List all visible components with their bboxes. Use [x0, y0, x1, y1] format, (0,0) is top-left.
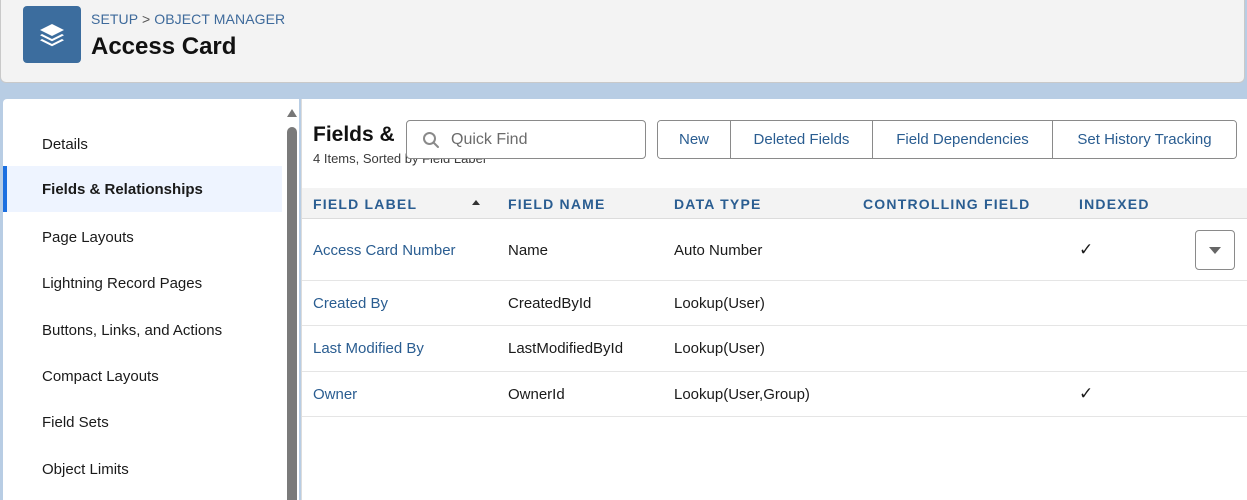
field-label-link[interactable]: Last Modified By — [313, 326, 424, 371]
object-sidebar: Details Fields & Relationships Page Layo… — [3, 99, 299, 500]
sidebar-item-compact-layouts[interactable]: Compact Layouts — [3, 353, 282, 399]
indexed-check-icon: ✓ — [1079, 384, 1094, 403]
field-label-link[interactable]: Owner — [313, 372, 357, 416]
quick-find-input[interactable] — [451, 130, 641, 149]
set-history-tracking-button[interactable]: Set History Tracking — [1053, 121, 1236, 158]
breadcrumb-separator: > — [141, 11, 151, 27]
sidebar-item-buttons-links-actions[interactable]: Buttons, Links, and Actions — [3, 307, 282, 353]
table-row: Owner OwnerId Lookup(User,Group) ✓ — [302, 372, 1247, 417]
field-name-cell: OwnerId — [508, 385, 565, 403]
sidebar-item-page-layouts[interactable]: Page Layouts — [3, 214, 282, 260]
field-name-cell: CreatedById — [508, 294, 592, 312]
row-actions-dropdown-button[interactable] — [1195, 230, 1235, 270]
field-dependencies-button[interactable]: Field Dependencies — [873, 121, 1053, 158]
column-header-data-type[interactable]: DATA TYPE — [674, 188, 762, 219]
data-type-cell: Lookup(User) — [674, 294, 765, 312]
table-row: Access Card Number Name Auto Number ✓ — [302, 220, 1247, 281]
new-button[interactable]: New — [658, 121, 731, 158]
data-type-cell: Lookup(User) — [674, 340, 765, 357]
table-row: Created By CreatedById Lookup(User) — [302, 281, 1247, 326]
page-title: Access Card — [91, 33, 237, 60]
sidebar-item-object-limits[interactable]: Object Limits — [3, 446, 282, 492]
column-header-field-label[interactable]: FIELD LABEL — [313, 188, 417, 219]
layers-icon — [23, 6, 81, 63]
indexed-check-icon: ✓ — [1079, 240, 1094, 259]
action-button-group: New Deleted Fields Field Dependencies Se… — [657, 120, 1237, 159]
field-name-cell: Name — [508, 241, 549, 259]
breadcrumb-object-manager-link[interactable]: OBJECT MANAGER — [154, 11, 285, 27]
deleted-fields-button[interactable]: Deleted Fields — [731, 121, 873, 158]
table-row: Last Modified By LastModifiedById Lookup… — [302, 326, 1247, 372]
sort-ascending-icon[interactable] — [472, 200, 480, 205]
sidebar-item-details[interactable]: Details — [3, 121, 282, 167]
sidebar-item-fields-relationships[interactable]: Fields & Relationships — [3, 166, 282, 212]
quick-find-box[interactable] — [406, 120, 646, 159]
search-icon — [421, 130, 441, 150]
field-label-link[interactable]: Created By — [313, 281, 388, 325]
data-type-cell: Lookup(User,Group) — [674, 385, 810, 403]
field-name-cell: LastModifiedById — [508, 340, 624, 357]
sidebar-scrollbar-thumb[interactable] — [287, 127, 297, 500]
section-title: Fields & — [313, 123, 395, 146]
scroll-up-arrow-icon[interactable] — [287, 109, 297, 117]
sidebar-item-lightning-record-pages[interactable]: Lightning Record Pages — [3, 260, 282, 306]
sidebar-item-field-sets[interactable]: Field Sets — [3, 399, 282, 445]
data-type-cell: Auto Number — [674, 241, 763, 259]
field-label-link[interactable]: Access Card Number — [313, 220, 456, 280]
table-header: FIELD LABEL FIELD NAME DATA TYPE CONTROL… — [302, 188, 1247, 219]
breadcrumb: SETUP > OBJECT MANAGER — [91, 11, 285, 27]
column-header-indexed[interactable]: INDEXED — [1079, 188, 1150, 219]
column-header-controlling-field[interactable]: CONTROLLING FIELD — [863, 188, 1030, 219]
breadcrumb-setup-link[interactable]: SETUP — [91, 11, 138, 27]
chevron-down-icon — [1209, 246, 1221, 254]
object-header: SETUP > OBJECT MANAGER Access Card — [0, 0, 1245, 83]
column-header-field-name[interactable]: FIELD NAME — [508, 188, 606, 219]
fields-panel: Fields & 4 Items, Sorted by Field Label … — [301, 99, 1247, 500]
